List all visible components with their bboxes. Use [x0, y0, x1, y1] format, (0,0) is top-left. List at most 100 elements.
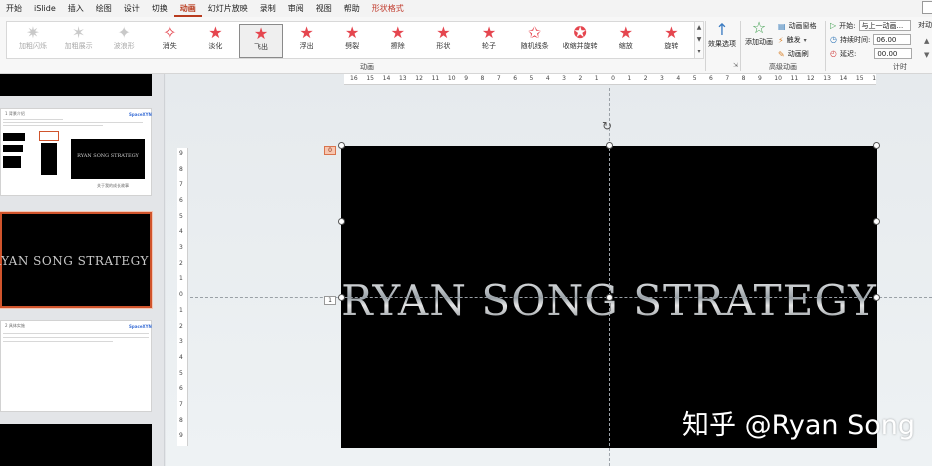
effect-star-icon: ★	[664, 23, 679, 42]
slide-thumbnail[interactable]: 1 背景介绍 SpaceXYN RYAN SONG STRATEGY 关于我的成…	[0, 108, 152, 196]
ruler-tick: 15	[366, 75, 374, 82]
ruler-tick: 2	[179, 259, 183, 267]
timing-group-label: 计时	[893, 63, 907, 71]
ruler-tick: 2	[578, 75, 583, 82]
slide-thumbnail[interactable]	[0, 424, 152, 466]
effect-label: 旋转	[664, 42, 679, 50]
delay-clock-icon: ◴	[830, 49, 837, 58]
delay-field[interactable]: 00.00	[874, 48, 913, 59]
effect-1[interactable]: ✶ 加粗展示	[57, 24, 101, 58]
effect-6[interactable]: ★ 浮出	[285, 24, 329, 58]
animation-order-tag[interactable]: 1	[324, 296, 336, 305]
rotate-icon[interactable]: ↻	[602, 119, 612, 133]
ruler-tick: 13	[823, 75, 831, 82]
duration-field[interactable]: 06.00	[873, 34, 912, 45]
tab-4[interactable]: 设计	[118, 0, 146, 17]
animation-ribbon: ✷ 加粗闪烁 ✶ 加粗展示 ✦ 波浪形 ✧ 消失 ★ 淡化 ★ 飞出 ★ 浮出 ★ 劈裂 ★ 擦除 ★ 形状 ★ 轮子 ✩ 随…	[0, 17, 932, 74]
tab-10[interactable]: 视图	[310, 0, 338, 17]
effect-0[interactable]: ✷ 加粗闪烁	[11, 24, 55, 58]
slide-thumbnail[interactable]: 2 具体实施 SpaceXYN	[0, 320, 152, 412]
ruler-tick: 9	[757, 75, 762, 82]
ruler-tick: 13	[398, 75, 407, 82]
ruler-tick: 16	[872, 75, 876, 82]
ruler-tick: 0	[179, 291, 183, 299]
effect-label: 收缩并旋转	[562, 42, 598, 50]
slide-thumbnails-pane[interactable]: 1 背景介绍 SpaceXYN RYAN SONG STRATEGY 关于我的成…	[0, 74, 165, 466]
ruler-tick: 12	[415, 75, 423, 82]
ruler-tick: 6	[179, 385, 183, 393]
ruler-tick: 1	[594, 75, 599, 82]
watermark: 知乎 @Ryan Song	[682, 410, 915, 441]
ruler-tick: 9	[464, 75, 469, 82]
ruler-tick: 11	[431, 75, 440, 82]
ruler-tick: 8	[179, 416, 183, 424]
ruler-tick: 2	[643, 75, 648, 82]
ruler-tick: 3	[179, 338, 183, 346]
ruler-tick: 5	[179, 212, 183, 220]
resize-handle[interactable]	[606, 294, 613, 301]
effect-star-icon: ✦	[117, 23, 131, 42]
slide-thumbnail-selected[interactable]: RYAN SONG STRATEGY	[0, 212, 152, 308]
gallery-scroll-buttons[interactable]: ▲ ▼ ▾	[694, 21, 704, 59]
slide-thumbnail[interactable]	[0, 74, 152, 96]
tab-7[interactable]: 幻灯片放映	[202, 0, 254, 17]
add-animation-button[interactable]: ☆ 添加动画	[744, 19, 774, 47]
tab-5[interactable]: 切换	[146, 0, 174, 17]
start-row: ▷ 开始: 与上一动画...	[830, 20, 911, 31]
ruler-tick: 6	[513, 75, 518, 82]
effect-star-icon: ★	[208, 23, 223, 42]
move-earlier-button[interactable]: ▲	[924, 37, 929, 45]
reorder-animation-label: 对动	[918, 21, 932, 29]
ruler-tick: 5	[692, 75, 697, 82]
animation-pane-button[interactable]: ▤ 动画窗格	[778, 21, 817, 31]
ruler-tick: 6	[709, 75, 713, 82]
resize-handle[interactable]	[873, 294, 880, 301]
tab-1[interactable]: iSlide	[28, 0, 62, 17]
ruler-tick: 3	[179, 244, 183, 252]
tab-12[interactable]: 形状格式	[366, 0, 410, 17]
resize-handle[interactable]	[873, 142, 880, 149]
tab-8[interactable]: 录制	[254, 0, 282, 17]
effect-label: 浮出	[299, 42, 314, 50]
animation-order-tag[interactable]: 0	[324, 146, 336, 155]
move-later-button[interactable]: ▼	[924, 51, 929, 59]
effect-9[interactable]: ★ 形状	[421, 24, 465, 58]
start-select[interactable]: 与上一动画...	[858, 20, 911, 31]
resize-handle[interactable]	[873, 218, 880, 225]
tab-0[interactable]: 开始	[0, 0, 28, 17]
effect-5[interactable]: ★ 飞出	[239, 24, 283, 58]
effect-10[interactable]: ★ 轮子	[467, 24, 511, 58]
effect-star-icon: ✪	[573, 23, 587, 42]
delay-row: ◴ 延迟: 00.00	[830, 48, 913, 59]
effect-8[interactable]: ★ 擦除	[376, 24, 420, 58]
effect-12[interactable]: ✪ 收缩并旋转	[558, 24, 602, 58]
resize-handle[interactable]	[338, 294, 345, 301]
resize-handle[interactable]	[338, 142, 345, 149]
effect-7[interactable]: ★ 劈裂	[330, 24, 374, 58]
effect-14[interactable]: ★ 旋转	[649, 24, 693, 58]
tab-6[interactable]: 动画	[173, 0, 202, 17]
resize-handle[interactable]	[606, 142, 613, 149]
effect-options-button[interactable]: ↑ 效果选项	[707, 21, 737, 49]
ribbon-options-button[interactable]	[922, 1, 932, 14]
effect-13[interactable]: ★ 缩放	[604, 24, 648, 58]
tab-9[interactable]: 审阅	[282, 0, 310, 17]
effect-2[interactable]: ✦ 波浪形	[102, 24, 146, 58]
tab-3[interactable]: 绘图	[90, 0, 118, 17]
horizontal-guide[interactable]	[190, 297, 932, 298]
resize-handle[interactable]	[338, 218, 345, 225]
effect-star-icon: ★	[436, 23, 451, 42]
effect-label: 淡化	[208, 42, 223, 50]
ruler-tick: 4	[179, 353, 183, 361]
effect-4[interactable]: ★ 淡化	[193, 24, 237, 58]
tab-11[interactable]: 帮助	[338, 0, 366, 17]
dialog-launcher-icon[interactable]: ⇲	[733, 62, 738, 69]
effect-3[interactable]: ✧ 消失	[148, 24, 192, 58]
animation-painter-button[interactable]: ✎ 动画刷	[778, 49, 809, 59]
trigger-button[interactable]: ⚡ 触发 ▾	[778, 35, 807, 45]
effect-star-icon: ★	[481, 23, 497, 42]
tab-2[interactable]: 插入	[62, 0, 90, 17]
effect-11[interactable]: ✩ 随机线条	[513, 24, 557, 58]
brush-icon: ✎	[778, 49, 785, 59]
ruler-tick: 8	[179, 165, 183, 173]
